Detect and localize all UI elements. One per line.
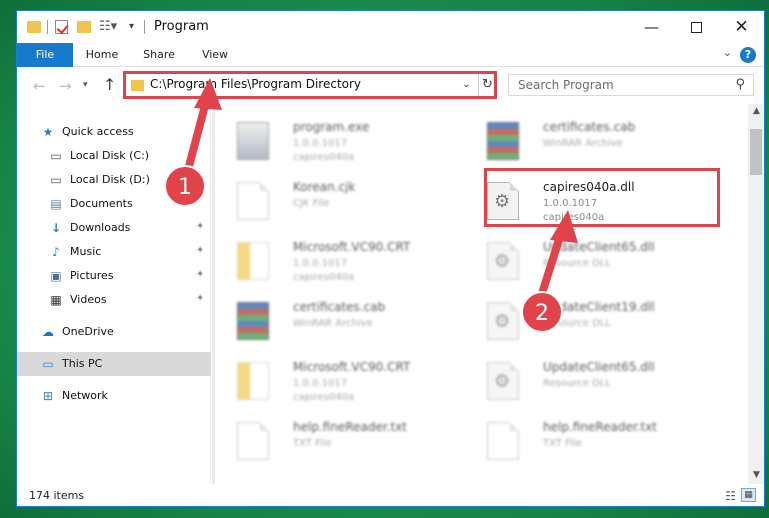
step-badge-1: 1: [164, 165, 206, 207]
annotation-arrows: [184, 78, 578, 304]
arrow-head: [550, 210, 578, 243]
arrow-to-address-bar: [184, 78, 222, 174]
step-badge-2: 2: [521, 291, 563, 333]
arrow-to-dll-file: [536, 210, 578, 304]
arrow-shaft: [184, 94, 211, 174]
arrow-head: [194, 78, 222, 110]
